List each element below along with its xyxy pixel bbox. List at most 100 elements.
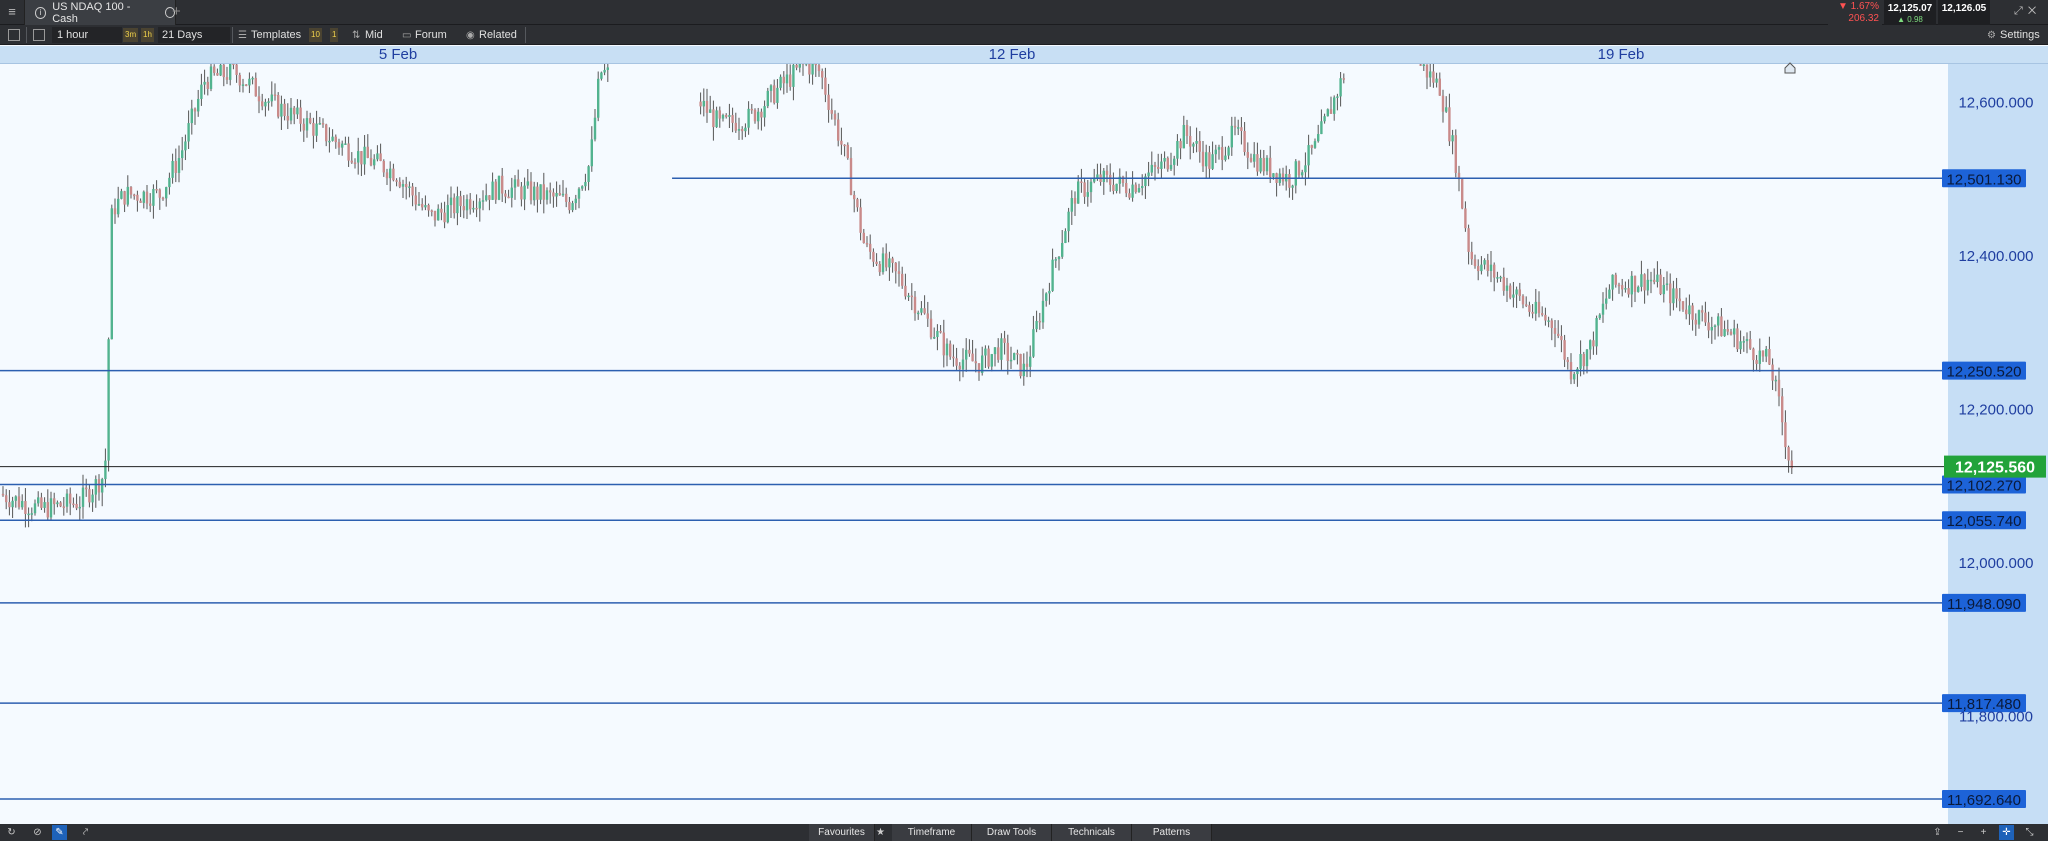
instrument-tab[interactable]: i US NDAQ 100 - Cash [24,0,176,25]
zoom-in-icon[interactable]: + [1976,825,1991,840]
candle-body [104,460,107,480]
candle-body [776,87,779,103]
candle-body [709,109,712,113]
candle-body [974,361,977,364]
candle-body [1425,64,1429,78]
candle-body [1336,96,1339,98]
candle-body [280,103,283,117]
chart-type-icon[interactable] [8,29,20,41]
candle-body [1304,165,1307,173]
candle-body [91,494,94,503]
zoom-out-icon[interactable]: − [1953,825,1968,840]
candle-body [1435,78,1438,83]
candle-body [773,85,776,103]
range-select[interactable]: 21 Days [158,27,230,43]
buy-button[interactable]: 12,126.05 [1938,0,1990,25]
y-tick-label: 12,000.000 [1958,555,2033,572]
spread: ▲ 0.98 [1897,15,1923,24]
candle-body [933,337,936,339]
candle-body [232,64,235,66]
candle-body [488,195,491,200]
candle-body [545,190,549,200]
star-icon[interactable]: ★ [873,825,888,840]
popout-icon[interactable]: ⤢ [2014,5,2028,17]
candle-body [225,77,229,80]
candle-body [1323,116,1326,122]
candle-body [1182,124,1185,149]
export-icon[interactable]: ⇪ [1930,825,1945,840]
candle-body [1665,283,1669,285]
alert-marker-icon[interactable] [1784,62,1796,74]
technicals-button[interactable]: Technicals [1052,824,1132,841]
timeframe-select[interactable]: 1 hour [52,27,122,43]
top-bar: ≡ i US NDAQ 100 - Cash + ▼ 1.67% 206.32 … [0,0,2048,25]
quick-3m-button[interactable]: 3m [123,28,139,42]
badge-10[interactable]: 10 [309,28,322,42]
candle-body [469,199,472,210]
layout-icon[interactable] [33,29,45,41]
candle-body [1502,276,1505,291]
candle-body [251,77,254,80]
candle-body [270,94,273,102]
timeframe-button[interactable]: Timeframe [892,824,972,841]
candle-body [337,142,341,148]
info-icon[interactable]: i [35,6,47,19]
cursor-icon[interactable]: ⤤ [78,825,93,840]
badge-1[interactable]: 1 [330,28,339,42]
separator [232,27,233,43]
add-tab-icon[interactable]: + [172,3,181,20]
candle-body [830,109,833,114]
cancel-icon[interactable]: ⊘ [30,825,45,840]
candle-body [949,343,952,357]
candle-body [97,479,101,493]
favourites-button[interactable]: Favourites [809,824,875,841]
price-chart[interactable]: 12,501.130 12,250.520 12,102.270 12,055.740… [0,64,2048,824]
candle-body [1659,274,1662,295]
patterns-button[interactable]: Patterns [1132,824,1212,841]
current-price: 12,125.560 [0,455,2046,478]
templates-icon: ☰ [238,30,247,41]
candle-body [1512,294,1515,298]
candle-body [1317,134,1320,142]
forum-button[interactable]: ▭ Forum [402,25,447,45]
candle-body [1768,348,1771,365]
crosshair-icon[interactable]: ✛ [1999,825,2014,840]
candle-body [24,501,27,515]
candle-body [126,186,129,205]
pencil-icon[interactable]: ✎ [52,825,67,840]
templates-button[interactable]: ☰ Templates [238,25,301,45]
candle-body [1739,341,1742,350]
candle-body [1291,185,1294,188]
candle-body [1758,350,1761,364]
draw-tools-button[interactable]: Draw Tools [972,824,1052,841]
candle-body [814,64,817,66]
price-type-button[interactable]: ⇅ Mid [352,25,383,45]
close-icon[interactable]: ✕ [2028,5,2041,17]
candle-body [878,264,881,273]
candle-body [1089,181,1093,193]
candle-body [30,513,33,515]
sell-button[interactable]: 12,125.07 ▲ 0.98 [1884,0,1936,25]
candle-body [1467,228,1470,252]
candle-body [1723,329,1726,337]
candle-body [1301,172,1304,176]
candle-body [1329,109,1333,114]
candle-body [574,198,577,204]
candle-body [1710,326,1713,331]
candle-body [1045,293,1048,301]
refresh-icon[interactable]: ↻ [4,825,19,840]
fit-icon[interactable]: ⤡ [2022,825,2037,840]
settings-button[interactable]: ⚙ Settings [1987,25,2040,45]
candle-body [1016,353,1019,355]
candle-body [718,110,721,119]
quick-1h-button[interactable]: 1h [141,28,154,42]
related-button[interactable]: ◉ Related [466,25,517,45]
instrument-title: US NDAQ 100 - Cash [52,0,131,25]
candle-body [136,194,139,201]
candle-body [273,94,277,97]
candle-body [997,347,1000,360]
candle-body [331,136,334,141]
forum-label: Forum [415,29,447,41]
candle-body [1141,186,1144,189]
menu-icon[interactable]: ≡ [2,2,22,22]
